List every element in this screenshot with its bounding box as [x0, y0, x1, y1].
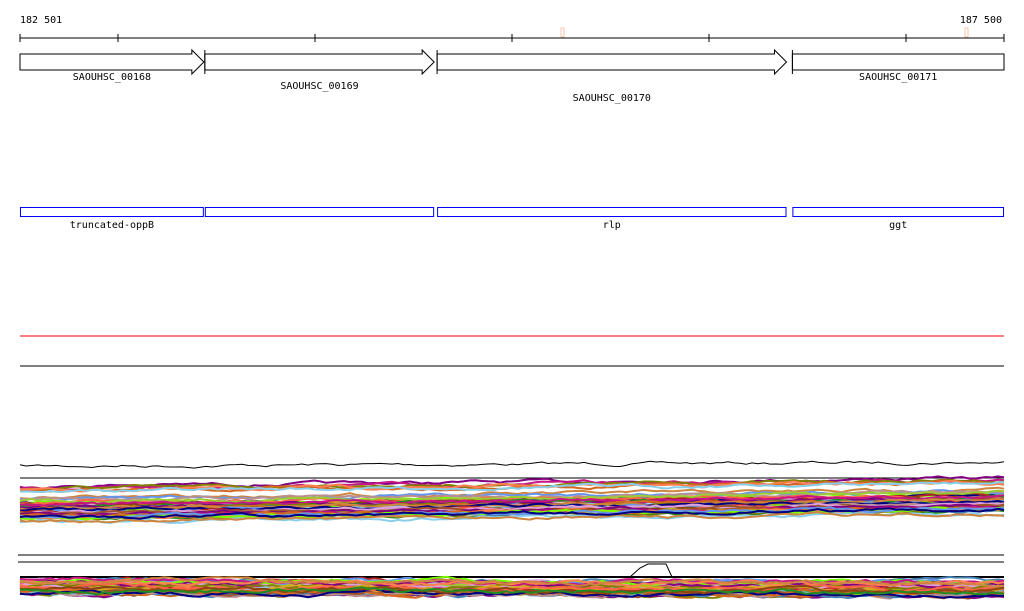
- gene-label: SAOUHSC_00170: [573, 93, 651, 104]
- genome-browser-view: 182 501 187 500 SAOUHSC_00168SAOUHSC_001…: [18, 15, 1005, 600]
- ruler-end-label: 187 500: [960, 15, 1002, 26]
- feature-ggt[interactable]: ggt: [792, 207, 1005, 232]
- coverage-track-2: [19, 563, 1005, 600]
- position-marker: [560, 27, 565, 38]
- gene-box[interactable]: [791, 53, 1005, 71]
- feature-track: truncated-oppB rlp ggt: [20, 207, 1005, 232]
- gene-SAOUHSC_00170[interactable]: SAOUHSC_00170: [436, 48, 788, 104]
- coordinate-ruler: 182 501 187 500: [19, 15, 1005, 42]
- feature-rlp[interactable]: rlp: [437, 207, 787, 232]
- feature-box[interactable]: [204, 207, 435, 217]
- gene-arrow[interactable]: [19, 48, 205, 76]
- position-marker: [964, 27, 969, 38]
- feature-box[interactable]: [792, 207, 1005, 217]
- feature-box[interactable]: [437, 207, 787, 217]
- feature-label: truncated-oppB: [70, 220, 154, 231]
- gene-SAOUHSC_00171[interactable]: SAOUHSC_00171: [791, 50, 1005, 83]
- gene-arrow[interactable]: [204, 48, 435, 76]
- feature-truncated-oppB[interactable]: truncated-oppB: [20, 207, 204, 232]
- coverage-track-1: [19, 460, 1005, 525]
- ruler-start-label: 182 501: [20, 15, 62, 26]
- gene-label: SAOUHSC_00169: [280, 81, 358, 92]
- gene-SAOUHSC_00169[interactable]: SAOUHSC_00169: [204, 48, 435, 92]
- gene-arrow[interactable]: [436, 48, 788, 76]
- feature-unnamed[interactable]: [204, 207, 435, 217]
- gene-track: SAOUHSC_00168 SAOUHSC_00169 SAOUHSC_00170 S…: [19, 48, 1005, 104]
- position-markers: [560, 27, 969, 38]
- coverage-peak: [629, 563, 673, 578]
- gene-label: SAOUHSC_00171: [859, 72, 937, 83]
- coverage-line: [19, 460, 1005, 469]
- feature-label: ggt: [889, 220, 907, 231]
- feature-box[interactable]: [20, 207, 204, 217]
- feature-label: rlp: [603, 220, 621, 231]
- gene-label: SAOUHSC_00168: [73, 72, 151, 83]
- gene-SAOUHSC_00168[interactable]: SAOUHSC_00168: [19, 48, 205, 83]
